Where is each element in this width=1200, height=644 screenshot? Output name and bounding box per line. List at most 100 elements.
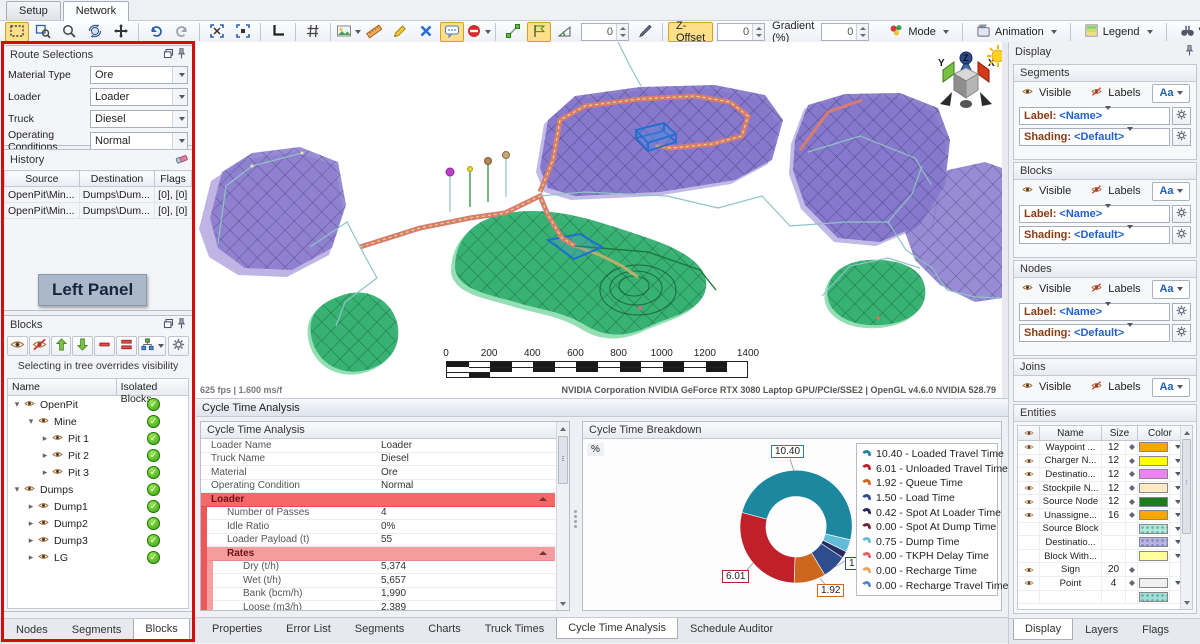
entity-size-spinner[interactable] bbox=[1126, 536, 1138, 549]
isolated-check-icon[interactable]: ✓ bbox=[147, 415, 160, 428]
tab-segments[interactable]: Segments bbox=[60, 619, 134, 641]
entity-color-dropdown[interactable] bbox=[1170, 536, 1180, 549]
tree-row-pit-3[interactable]: ▸Pit 3✓ bbox=[8, 464, 188, 481]
tree-row-openpit[interactable]: ▾OpenPit✓ bbox=[8, 396, 188, 413]
entity-size-spinner[interactable] bbox=[1126, 509, 1138, 522]
arrow-down-button[interactable] bbox=[72, 336, 93, 356]
marquee-select-button[interactable] bbox=[5, 22, 29, 42]
entity-row[interactable] bbox=[1018, 591, 1180, 605]
isolated-check-icon[interactable]: ✓ bbox=[147, 534, 160, 547]
delete-button[interactable] bbox=[414, 22, 438, 42]
shading-combo[interactable]: Shading:<Default> bbox=[1019, 128, 1170, 146]
tab-properties[interactable]: Properties bbox=[200, 618, 274, 640]
entity-color-dropdown[interactable] bbox=[1170, 455, 1180, 468]
axis-button[interactable] bbox=[266, 22, 290, 42]
entity-size-spinner[interactable] bbox=[1126, 563, 1138, 576]
grid-button[interactable] bbox=[301, 22, 325, 42]
combo-dropdown[interactable] bbox=[1124, 131, 1133, 143]
shading-combo[interactable]: Shading:<Default> bbox=[1019, 324, 1170, 342]
cycle-table-scrollbar[interactable] bbox=[556, 422, 569, 610]
tab-truck-times[interactable]: Truck Times bbox=[473, 618, 557, 640]
restore-icon[interactable] bbox=[162, 47, 175, 63]
eye-icon[interactable] bbox=[50, 432, 65, 446]
route-field-combo-loader[interactable]: Loader bbox=[90, 88, 188, 106]
snap-value-input[interactable]: 0 bbox=[581, 23, 629, 41]
gear-button[interactable] bbox=[1172, 107, 1191, 125]
shading-combo[interactable]: Shading:<Default> bbox=[1019, 226, 1170, 244]
tree-expander-icon[interactable]: ▾ bbox=[12, 484, 22, 495]
entity-size-spinner[interactable] bbox=[1126, 523, 1138, 536]
font-style-button[interactable]: Aa bbox=[1152, 378, 1190, 397]
eye-button[interactable] bbox=[7, 336, 28, 356]
eye-icon[interactable] bbox=[36, 500, 51, 514]
entity-row[interactable]: Point4 bbox=[1018, 577, 1180, 591]
flag-button[interactable] bbox=[527, 22, 551, 42]
entity-eye-cell[interactable] bbox=[1018, 550, 1040, 563]
entity-row[interactable]: Block With... bbox=[1018, 550, 1180, 564]
entity-row[interactable]: Charger N...12 bbox=[1018, 455, 1180, 469]
entity-color-dropdown[interactable] bbox=[1170, 495, 1180, 508]
eye-slash-button[interactable] bbox=[29, 336, 50, 356]
combo-dropdown[interactable] bbox=[1124, 327, 1133, 339]
combo-dropdown[interactable] bbox=[1124, 229, 1133, 241]
z-offset-input[interactable]: 0 bbox=[717, 23, 765, 41]
tree-row-pit-2[interactable]: ▸Pit 2✓ bbox=[8, 447, 188, 464]
history-column[interactable]: Destination bbox=[79, 171, 154, 187]
eye-icon[interactable] bbox=[36, 534, 51, 548]
history-column[interactable]: Source bbox=[5, 171, 80, 187]
restore-icon[interactable] bbox=[162, 317, 175, 333]
eye-icon[interactable] bbox=[36, 517, 51, 531]
eye-slash-icon[interactable] bbox=[1089, 282, 1104, 296]
tree-expander-icon[interactable]: ▾ bbox=[12, 399, 22, 410]
entity-row[interactable]: Stockpile N...12 bbox=[1018, 482, 1180, 496]
entity-color-dropdown[interactable] bbox=[1170, 563, 1180, 576]
redo-button[interactable] bbox=[170, 22, 194, 42]
entity-eye-cell[interactable] bbox=[1018, 495, 1040, 508]
tab-display[interactable]: Display bbox=[1013, 619, 1073, 640]
combo-dropdown[interactable] bbox=[172, 133, 187, 149]
tab-schedule-auditor[interactable]: Schedule Auditor bbox=[678, 618, 785, 640]
history-row[interactable]: OpenPit\Min...Dumps\Dum...[0], [0] bbox=[5, 203, 192, 219]
entity-size-spinner[interactable] bbox=[1126, 591, 1138, 604]
remove-button[interactable] bbox=[94, 336, 115, 356]
tab-charts[interactable]: Charts bbox=[416, 618, 472, 640]
zoom-fit-button[interactable] bbox=[205, 22, 229, 42]
entity-eye-cell[interactable] bbox=[1018, 591, 1040, 604]
color-column-header[interactable]: Color bbox=[1138, 426, 1180, 440]
animation-menu-button[interactable]: Animation bbox=[968, 22, 1065, 42]
zoom-extents-button[interactable] bbox=[231, 22, 255, 42]
z-offset-button[interactable]: Z-Offset bbox=[668, 22, 713, 42]
eraser-icon[interactable] bbox=[175, 152, 188, 168]
mode-menu-button[interactable]: Mode bbox=[881, 22, 957, 42]
entity-row[interactable]: Source Node12 bbox=[1018, 495, 1180, 509]
tree-row-mine[interactable]: ▾Mine✓ bbox=[8, 413, 188, 430]
eye-icon[interactable] bbox=[50, 449, 65, 463]
isolated-check-icon[interactable]: ✓ bbox=[147, 517, 160, 530]
tree-row-dump2[interactable]: ▸Dump2✓ bbox=[8, 515, 188, 532]
pin-icon[interactable] bbox=[175, 47, 188, 63]
image-button[interactable] bbox=[336, 22, 360, 42]
entity-color-dropdown[interactable] bbox=[1170, 468, 1180, 481]
entity-size-spinner[interactable] bbox=[1126, 495, 1138, 508]
tab-error-list[interactable]: Error List bbox=[274, 618, 343, 640]
combo-dropdown[interactable] bbox=[1102, 306, 1111, 318]
dump-mesh-right[interactable] bbox=[822, 258, 925, 328]
entity-size-spinner[interactable] bbox=[1126, 441, 1138, 454]
font-style-button[interactable]: Aa bbox=[1152, 280, 1190, 299]
route-field-combo-truck[interactable]: Diesel bbox=[90, 110, 188, 128]
eye-slash-icon[interactable] bbox=[1089, 86, 1104, 100]
gear-button[interactable] bbox=[1172, 303, 1191, 321]
tree-expander-icon[interactable]: ▸ bbox=[26, 552, 36, 563]
tree-row-dumps[interactable]: ▾Dumps✓ bbox=[8, 481, 188, 498]
combo-dropdown[interactable] bbox=[172, 111, 187, 127]
pencil-button[interactable] bbox=[388, 22, 412, 42]
font-style-button[interactable]: Aa bbox=[1152, 182, 1190, 201]
entities-scrollbar[interactable] bbox=[1180, 426, 1192, 609]
undo-button[interactable] bbox=[144, 22, 168, 42]
entity-row[interactable]: Unassigne...16 bbox=[1018, 509, 1180, 523]
entity-color-dropdown[interactable] bbox=[1170, 550, 1180, 563]
grade-button[interactable] bbox=[553, 22, 577, 42]
gradient-spinner[interactable] bbox=[856, 24, 868, 40]
eye-icon[interactable] bbox=[1020, 282, 1035, 296]
gear-button[interactable] bbox=[1172, 324, 1191, 342]
